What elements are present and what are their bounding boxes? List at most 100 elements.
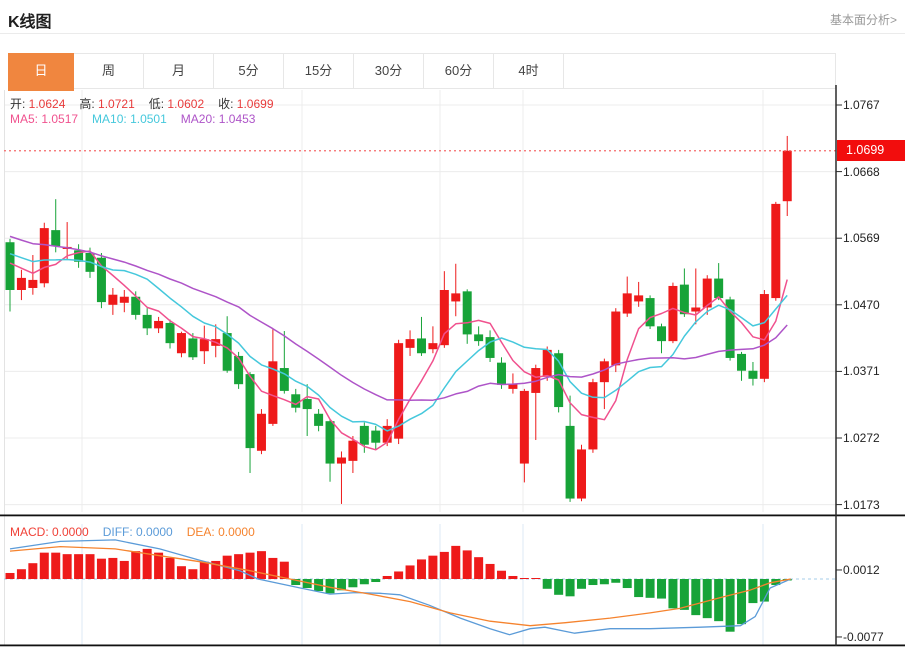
candle — [96, 257, 106, 303]
candle — [611, 311, 621, 366]
chart-bottom-border — [0, 644, 905, 647]
macd-histogram-bar — [679, 579, 689, 610]
y-axis-tick-label: 1.0173 — [843, 497, 880, 512]
macd-histogram-bar — [565, 579, 575, 597]
legend-item: 低: 1.0602 — [148, 97, 205, 111]
macd-histogram-bar — [577, 579, 586, 589]
candle — [108, 294, 118, 305]
macd-histogram-bar — [119, 560, 129, 579]
candle — [657, 326, 667, 342]
candle — [405, 339, 415, 348]
macd-histogram-bar — [748, 579, 758, 604]
macd-histogram-bar — [702, 579, 712, 619]
macd-indicator-legend: MACD: 0.0000 DIFF: 0.0000 DEA: 0.0000 — [10, 525, 269, 539]
ma-legend: MA5: 1.0517 MA10: 1.0501 MA20: 1.0453 — [10, 112, 269, 126]
candle — [154, 320, 164, 329]
candle — [234, 355, 244, 385]
candle — [245, 374, 255, 449]
candle — [279, 368, 289, 391]
candle — [256, 413, 266, 451]
macd-histogram-bar — [485, 563, 495, 579]
macd-histogram-bar — [51, 552, 61, 579]
macd-histogram-bar — [405, 565, 415, 579]
macd-histogram-bar — [554, 579, 564, 595]
macd-histogram-bar — [474, 557, 484, 579]
candle — [588, 382, 598, 450]
candle — [496, 362, 506, 385]
candle — [5, 242, 15, 291]
candle — [291, 394, 301, 408]
macd-histogram-bar — [416, 559, 426, 579]
candle — [771, 203, 781, 299]
macd-histogram-bar — [96, 558, 106, 579]
macd-histogram-bar — [737, 579, 747, 625]
macd-histogram-bar — [622, 579, 632, 589]
candle — [51, 230, 61, 247]
macd-histogram-bar — [188, 569, 198, 579]
legend-item: MACD: 0.0000 — [10, 525, 89, 539]
macd-histogram-bar — [234, 554, 244, 579]
macd-histogram-bar — [394, 571, 404, 579]
macd-histogram-bar — [599, 579, 609, 585]
legend-item: MA10: 1.0501 — [92, 112, 167, 126]
macd-histogram-bar — [131, 551, 141, 579]
y-axis-tick-label: 1.0272 — [843, 431, 880, 445]
macd-histogram-bar — [657, 579, 667, 599]
macd-histogram-bar — [439, 551, 449, 579]
macd-histogram-bar — [725, 579, 735, 632]
candle — [119, 296, 129, 303]
legend-item: 收: 1.0699 — [218, 97, 274, 111]
candle — [691, 307, 701, 312]
candle — [199, 339, 209, 352]
macd-histogram-bar — [519, 578, 529, 579]
macd-histogram-bar — [199, 561, 209, 579]
candle — [165, 322, 175, 344]
macd-histogram-bar — [714, 579, 724, 622]
candle — [714, 278, 724, 299]
macd-histogram-bar — [496, 570, 506, 579]
candle — [176, 333, 186, 354]
macd-histogram-bar — [39, 552, 49, 579]
candle — [759, 294, 769, 379]
candle — [28, 279, 38, 288]
macd-histogram-bar — [176, 566, 186, 579]
panel-separator — [0, 514, 905, 517]
y-axis-tick-label: 0.0012 — [843, 562, 880, 577]
candle — [748, 370, 758, 379]
macd-histogram-bar — [5, 572, 15, 579]
macd-histogram-bar — [588, 579, 598, 586]
legend-item: 开: 1.0624 — [10, 97, 66, 111]
candle — [679, 284, 689, 315]
legend-item: MA5: 1.0517 — [10, 112, 79, 126]
candle — [668, 285, 678, 342]
candle — [645, 298, 655, 327]
candle — [336, 457, 346, 464]
macd-histogram-bar — [451, 545, 461, 579]
kline-page: K线图 基本面分析> 日周月 5分 15分 30分 60分 4时 开: 1.0624 高: … — [0, 0, 905, 649]
candle — [142, 314, 152, 329]
candle — [542, 349, 552, 377]
macd-histogram-bar — [542, 579, 552, 589]
legend-item: 高: 1.0721 — [79, 97, 135, 111]
candle — [565, 425, 575, 499]
candle — [302, 398, 312, 410]
ohlc-legend: 开: 1.0624 高: 1.0721 低: 1.0602 收: 1.0699 — [10, 95, 288, 112]
macd-histogram-bar — [108, 557, 118, 579]
macd-histogram-bar — [359, 579, 369, 585]
macd-histogram-bar — [256, 551, 266, 579]
macd-histogram-bar — [74, 554, 84, 579]
candle — [188, 338, 198, 358]
macd-histogram-bar — [348, 579, 358, 588]
macd-histogram-bar — [85, 554, 95, 579]
legend-item: DIFF: 0.0000 — [102, 525, 173, 539]
macd-histogram-bar — [508, 575, 518, 579]
candle — [474, 334, 484, 342]
macd-histogram-bar — [645, 579, 655, 598]
macd-histogram-bar — [165, 557, 175, 579]
candle — [634, 295, 644, 302]
macd-histogram-bar — [16, 569, 26, 579]
macd-histogram-bar — [382, 575, 392, 579]
candle — [737, 353, 747, 371]
candle — [348, 440, 358, 461]
macd-histogram-bar — [634, 579, 644, 598]
